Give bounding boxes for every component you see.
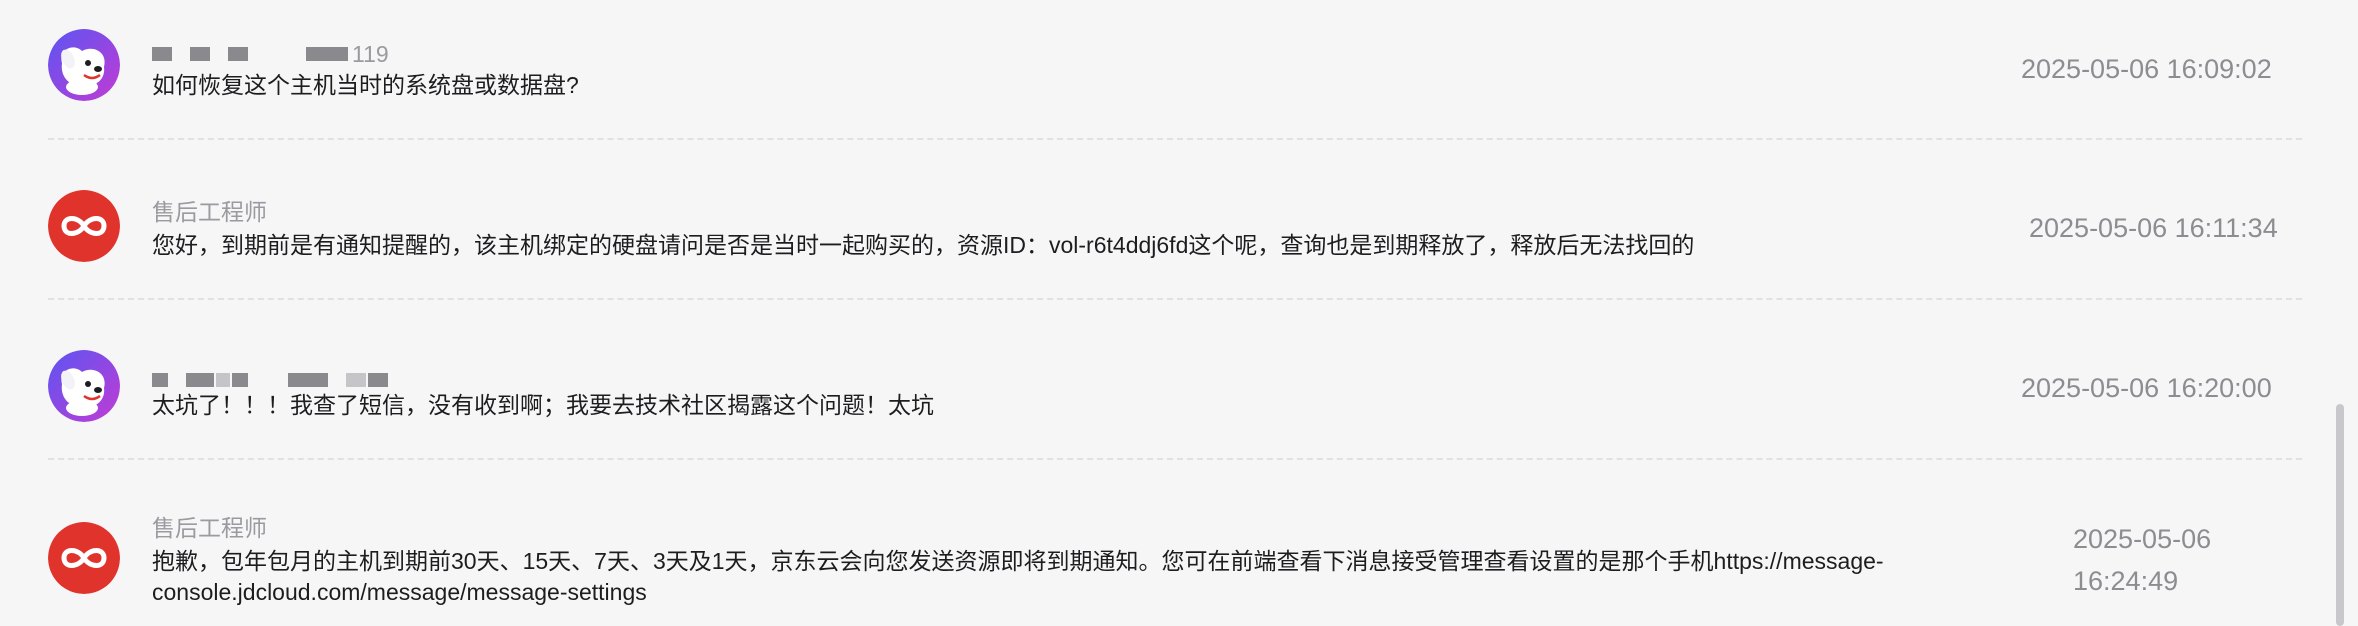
vertical-scrollbar[interactable] xyxy=(2336,404,2344,626)
sender-name xyxy=(152,364,406,392)
user-avatar-icon xyxy=(48,29,120,101)
message-text: 您好，到期前是有通知提醒的，该主机绑定的硬盘请问是否是当时一起购买的，资源ID：… xyxy=(152,232,1695,258)
message-text: 抱歉，包年包月的主机到期前30天、15天、7天、3天及1天，京东云会向您发送资源… xyxy=(152,548,1884,605)
divider xyxy=(48,298,2302,300)
divider xyxy=(48,458,2302,460)
message-thread: 119 如何恢复这个主机当时的系统盘或数据盘? 2025-05-06 16:09… xyxy=(0,0,2358,626)
sender-name: 售后工程师 xyxy=(152,199,267,225)
message-timestamp: 2025-05-06 16:11:34 xyxy=(2029,213,2278,243)
sender-name: 119 xyxy=(152,38,389,68)
message-timestamp: 2025-05-06 16:24:49 xyxy=(2073,524,2212,596)
message-timestamp: 2025-05-06 16:09:02 xyxy=(2021,54,2272,84)
divider xyxy=(48,138,2302,140)
engineer-avatar-icon xyxy=(48,190,120,262)
message-text: 太坑了！！！我查了短信，没有收到啊；我要去技术社区揭露这个问题！太坑 xyxy=(152,392,934,418)
message-text: 如何恢复这个主机当时的系统盘或数据盘? xyxy=(152,72,579,98)
message-timestamp: 2025-05-06 16:20:00 xyxy=(2021,373,2272,403)
user-avatar-icon xyxy=(48,350,120,422)
sender-name: 售后工程师 xyxy=(152,515,267,541)
engineer-avatar-icon xyxy=(48,522,120,594)
